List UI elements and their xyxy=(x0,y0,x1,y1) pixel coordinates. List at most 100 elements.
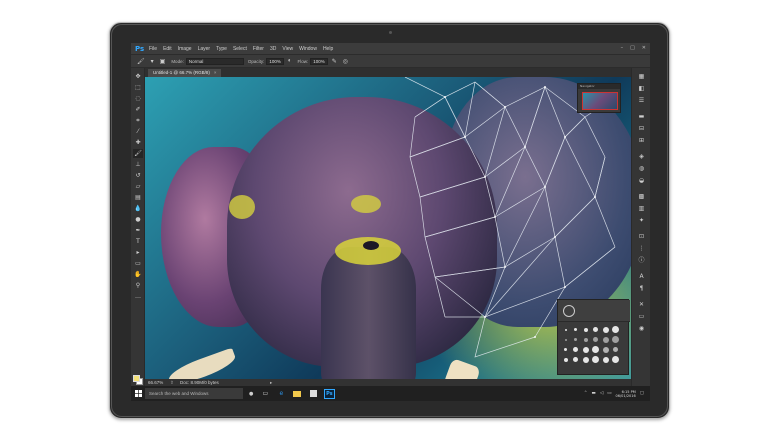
brush-tip[interactable] xyxy=(602,346,609,353)
blur-tool-icon[interactable]: 💧 xyxy=(133,204,143,213)
brush-tip[interactable] xyxy=(612,356,619,363)
navigator-panel[interactable]: Navigator xyxy=(577,83,621,113)
character-panel-icon[interactable]: A xyxy=(637,272,646,281)
document-tab[interactable]: Untitled-1 @ 66.7% (RGB/8) × xyxy=(148,69,222,77)
menu-layer[interactable]: Layer xyxy=(198,46,211,52)
network-icon[interactable]: ▬ xyxy=(592,391,596,396)
brush-tip[interactable] xyxy=(572,336,579,343)
battery-icon[interactable]: ▭ xyxy=(607,391,611,396)
brush-tip[interactable] xyxy=(612,336,619,343)
flow-field[interactable]: 100% xyxy=(310,57,328,65)
actions-panel-icon[interactable]: ✕ xyxy=(637,300,646,309)
photoshop-taskbar-icon[interactable]: Ps xyxy=(323,388,335,399)
eyedropper-tool-icon[interactable]: ⁄ xyxy=(133,127,143,136)
brush-tip[interactable] xyxy=(572,356,579,363)
brush-tip[interactable] xyxy=(602,336,609,343)
paths-panel-icon[interactable]: ◒ xyxy=(637,176,646,185)
status-menu-icon[interactable]: ▸ xyxy=(270,380,272,386)
lasso-tool-icon[interactable]: ◌ xyxy=(133,94,143,103)
pen-tool-icon[interactable]: ✒ xyxy=(133,226,143,235)
airbrush-icon[interactable]: ✎ xyxy=(332,58,337,65)
brush-size-icon[interactable]: ▾ xyxy=(151,58,154,65)
more-tools-icon[interactable]: … xyxy=(133,292,143,301)
menu-window[interactable]: Window xyxy=(299,46,317,52)
clock[interactable]: 6:15 PM 06/01/2016 xyxy=(616,390,636,398)
channels-panel-icon[interactable]: ◍ xyxy=(637,164,646,173)
start-button[interactable] xyxy=(131,386,145,401)
minimize-button[interactable]: – xyxy=(621,45,624,51)
store-icon[interactable] xyxy=(307,388,319,399)
brush-tip[interactable] xyxy=(582,346,589,353)
brush-panel-toggle-icon[interactable]: ▣ xyxy=(160,58,166,65)
clone-stamp-tool-icon[interactable]: ⊥ xyxy=(133,160,143,169)
healing-tool-icon[interactable]: ✚ xyxy=(133,138,143,147)
styles-panel-icon[interactable]: ✦ xyxy=(637,216,646,225)
brush-tip[interactable] xyxy=(562,356,569,363)
dodge-tool-icon[interactable]: ● xyxy=(133,215,143,224)
menu-view[interactable]: View xyxy=(282,46,293,52)
brush-preset-icon[interactable]: 🖌 xyxy=(137,58,145,65)
pressure-opacity-icon[interactable]: ◐ xyxy=(288,58,292,64)
menu-type[interactable]: Type xyxy=(216,46,227,52)
paragraph-panel-icon[interactable]: ¶ xyxy=(637,284,646,293)
brush-tool-icon[interactable]: 🖌 xyxy=(133,149,143,158)
brush-presets-panel-icon[interactable]: ⊟ xyxy=(637,124,646,133)
brush-tip[interactable] xyxy=(612,326,619,333)
marquee-tool-icon[interactable]: ⬚ xyxy=(133,83,143,92)
menu-3d[interactable]: 3D xyxy=(270,46,276,52)
opacity-field[interactable]: 100% xyxy=(266,57,284,65)
brush-tip[interactable] xyxy=(582,336,589,343)
swatches-panel-icon[interactable]: ▥ xyxy=(637,204,646,213)
file-explorer-icon[interactable] xyxy=(291,388,303,399)
brush-panel-icon[interactable]: ▬ xyxy=(637,112,646,121)
brush-tip[interactable] xyxy=(602,356,609,363)
brush-tip[interactable] xyxy=(602,326,609,333)
menu-select[interactable]: Select xyxy=(233,46,247,52)
gradient-tool-icon[interactable]: ▤ xyxy=(133,193,143,202)
zoom-level[interactable]: 66.67% xyxy=(148,380,170,385)
eraser-tool-icon[interactable]: ▱ xyxy=(133,182,143,191)
brush-tip[interactable] xyxy=(612,346,619,353)
menu-file[interactable]: File xyxy=(149,46,157,52)
shape-tool-icon[interactable]: ▭ xyxy=(133,259,143,268)
crop-tool-icon[interactable]: ⌗ xyxy=(133,116,143,125)
color-panel-icon[interactable]: ▩ xyxy=(637,192,646,201)
quick-select-tool-icon[interactable]: ✐ xyxy=(133,105,143,114)
3d-panel-icon[interactable]: ◉ xyxy=(637,324,646,333)
properties-panel-icon[interactable]: ☰ xyxy=(637,96,646,105)
menu-edit[interactable]: Edit xyxy=(163,46,172,52)
menu-image[interactable]: Image xyxy=(178,46,192,52)
share-icon[interactable]: ⇧ xyxy=(170,380,180,386)
libraries-panel-icon[interactable]: ⊡ xyxy=(637,232,646,241)
brush-tip[interactable] xyxy=(562,326,569,333)
close-button[interactable]: ✕ xyxy=(642,45,646,51)
brush-tip[interactable] xyxy=(582,326,589,333)
move-tool-icon[interactable]: ✥ xyxy=(133,72,143,81)
brush-tip[interactable] xyxy=(562,336,569,343)
maximize-button[interactable]: □ xyxy=(630,45,635,51)
document-canvas[interactable]: Navigator xyxy=(145,77,631,379)
foreground-color-swatch[interactable] xyxy=(133,375,140,382)
history-panel-icon[interactable]: ▦ xyxy=(637,72,646,81)
timeline-panel-icon[interactable]: ▭ xyxy=(637,312,646,321)
brush-angle-dial[interactable] xyxy=(563,305,575,317)
brush-tip[interactable] xyxy=(592,346,599,353)
brush-tip[interactable] xyxy=(572,326,579,333)
show-hidden-icons-icon[interactable]: ⌃ xyxy=(584,391,588,396)
brush-tip[interactable] xyxy=(592,326,599,333)
volume-icon[interactable]: ◁ xyxy=(600,391,603,396)
hand-tool-icon[interactable]: ✋ xyxy=(133,270,143,279)
path-select-tool-icon[interactable]: ▸ xyxy=(133,248,143,257)
brush-tip[interactable] xyxy=(562,346,569,353)
history-brush-tool-icon[interactable]: ↺ xyxy=(133,171,143,180)
task-view-icon[interactable]: ▭ xyxy=(259,388,271,399)
taskbar-search-box[interactable]: Search the web and Windows xyxy=(145,388,243,399)
layers-panel-icon[interactable]: ◈ xyxy=(637,152,646,161)
clone-source-panel-icon[interactable]: ⊞ xyxy=(637,136,646,145)
brush-tip[interactable] xyxy=(592,336,599,343)
mode-select[interactable]: Normal xyxy=(185,57,244,65)
navigator-thumbnail[interactable] xyxy=(582,92,618,110)
pressure-size-icon[interactable]: ◎ xyxy=(343,58,348,65)
menu-help[interactable]: Help xyxy=(323,46,333,52)
action-center-icon[interactable]: ▢ xyxy=(640,391,644,396)
